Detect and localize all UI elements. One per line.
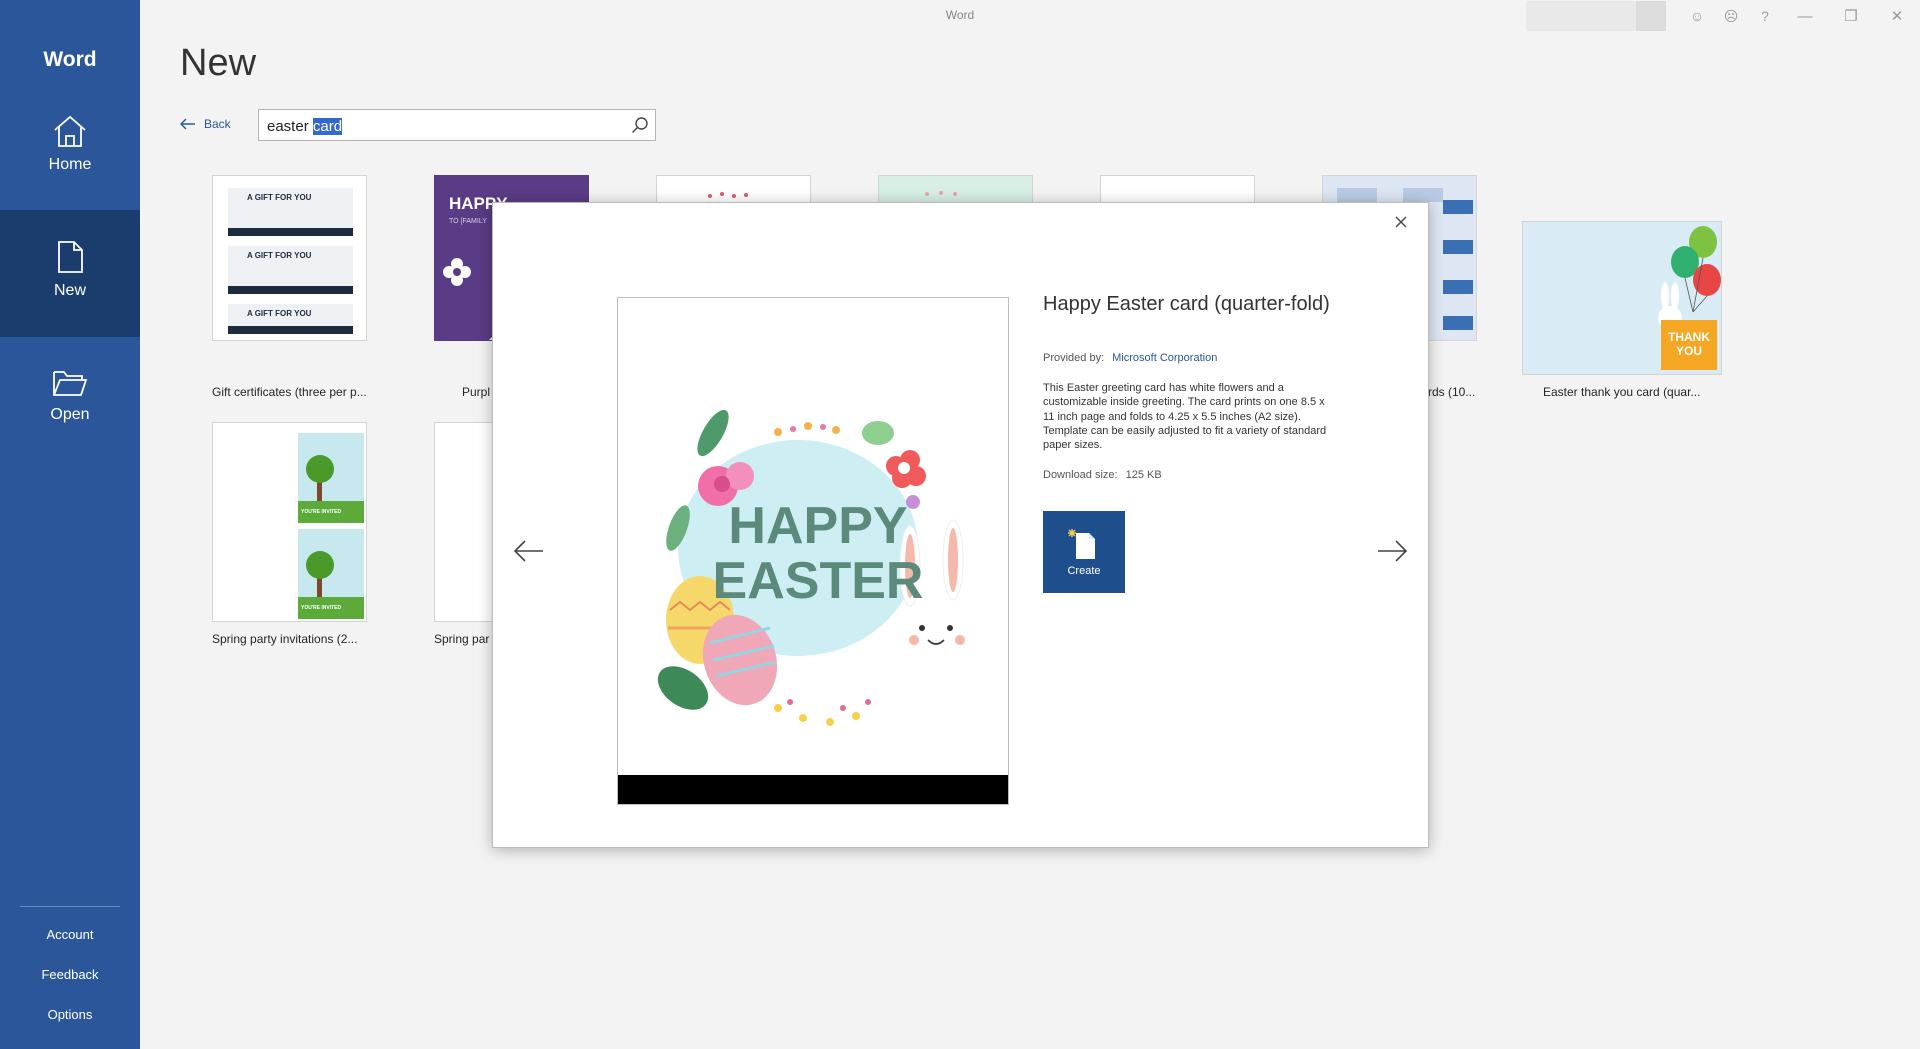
sidebar-divider <box>20 906 120 907</box>
download-size-label: Download size: <box>1043 469 1118 481</box>
back-button[interactable]: Back <box>180 117 231 131</box>
tile-gift-header: A GIFT FOR YOU <box>247 309 312 318</box>
help-icon[interactable]: ? <box>1748 8 1782 24</box>
search-icon[interactable] <box>631 116 649 134</box>
sidebar-feedback-link[interactable]: Feedback <box>0 967 140 982</box>
account-picture[interactable] <box>1636 1 1666 31</box>
sidebar-item-home[interactable]: Home <box>0 84 140 211</box>
preview-footer-bar <box>618 775 1008 804</box>
template-thumbnail[interactable]: A GIFT FOR YOU A GIFT FOR YOU A GIFT FOR… <box>212 175 367 341</box>
tile-gift-header: A GIFT FOR YOU <box>247 251 312 260</box>
folder-open-icon <box>53 371 88 396</box>
previous-arrow-icon[interactable] <box>511 533 547 569</box>
backstage-sidebar: Word Home New Open Account Feedback Opti… <box>0 0 140 1049</box>
template-label: Easter thank you card (quar... <box>1543 385 1701 399</box>
new-document-sparkle-icon <box>1068 529 1095 559</box>
sidebar-item-label: Home <box>48 156 92 173</box>
sidebar-account-link[interactable]: Account <box>0 927 140 942</box>
template-label: Purpl <box>462 385 491 399</box>
template-preview-dialog: HAPPY EASTER Happy Easter card (quarter-… <box>492 202 1429 848</box>
provider-name: Microsoft Corporation <box>1112 352 1218 364</box>
sidebar-item-open[interactable]: Open <box>0 338 140 465</box>
template-label: Spring party invitations (2... <box>212 632 358 646</box>
flowers-icon <box>925 191 957 196</box>
template-thumbnail[interactable]: YOU'RE INVITED YOU'RE INVITED <box>212 422 367 622</box>
minimize-icon[interactable]: — <box>1782 8 1828 25</box>
tile-invited: YOU'RE INVITED <box>301 605 342 611</box>
tile-thank-you: THANK YOU <box>1668 330 1710 358</box>
preview-greeting-line1: HAPPY <box>728 497 907 555</box>
window-controls: ☺ ☹ ? — ❐ ✕ <box>1526 0 1920 32</box>
sidebar-options-link[interactable]: Options <box>0 1007 140 1022</box>
provided-by-label: Provided by: <box>1043 352 1105 364</box>
restore-icon[interactable]: ❐ <box>1828 7 1874 25</box>
close-window-icon[interactable]: ✕ <box>1874 7 1920 25</box>
create-button[interactable]: Create <box>1043 511 1125 593</box>
download-size-value: 125 KB <box>1125 469 1162 481</box>
template-preview-image: HAPPY EASTER <box>617 297 1009 805</box>
close-icon[interactable] <box>1388 209 1414 235</box>
new-document-icon <box>58 241 83 273</box>
create-label: Create <box>1067 565 1101 577</box>
template-description: This Easter greeting card has white flow… <box>1043 382 1327 452</box>
flowers-icon <box>708 192 748 198</box>
tree-icon <box>306 455 334 501</box>
tile-purple-sub: TO [FAMILY <box>449 218 487 225</box>
template-search-box <box>258 109 656 141</box>
easter-card-artwork: HAPPY EASTER <box>657 409 974 726</box>
template-label: Spring par <box>434 632 490 646</box>
sidebar-item-new[interactable]: New <box>0 210 140 337</box>
template-label: Gift certificates (three per p... <box>212 385 367 399</box>
preview-greeting-line2: EASTER <box>713 552 924 610</box>
provided-by-row: Provided by: Microsoft Corporation <box>1043 352 1217 364</box>
sidebar-item-label: New <box>53 282 86 299</box>
back-arrow-icon <box>180 118 195 130</box>
next-arrow-icon[interactable] <box>1374 533 1410 569</box>
app-name: Word <box>43 48 97 71</box>
smile-icon[interactable]: ☺ <box>1680 8 1714 24</box>
tile-invited: YOU'RE INVITED <box>301 509 342 515</box>
frown-icon[interactable]: ☹ <box>1714 8 1748 25</box>
template-label: rds (10... <box>1428 385 1476 399</box>
template-title: Happy Easter card (quarter-fold) <box>1043 293 1330 315</box>
tile-gift-header: A GIFT FOR YOU <box>247 193 312 202</box>
back-label: Back <box>204 117 231 131</box>
flower-icon <box>443 258 471 286</box>
tree-icon <box>306 551 334 597</box>
account-area[interactable] <box>1526 1 1636 31</box>
home-icon <box>54 115 86 147</box>
search-input[interactable] <box>265 114 619 138</box>
page-title: New <box>180 42 257 84</box>
download-size-row: Download size: 125 KB <box>1043 469 1162 481</box>
sidebar-item-label: Open <box>50 406 90 423</box>
template-thumbnail[interactable]: THANK YOU <box>1522 221 1722 375</box>
